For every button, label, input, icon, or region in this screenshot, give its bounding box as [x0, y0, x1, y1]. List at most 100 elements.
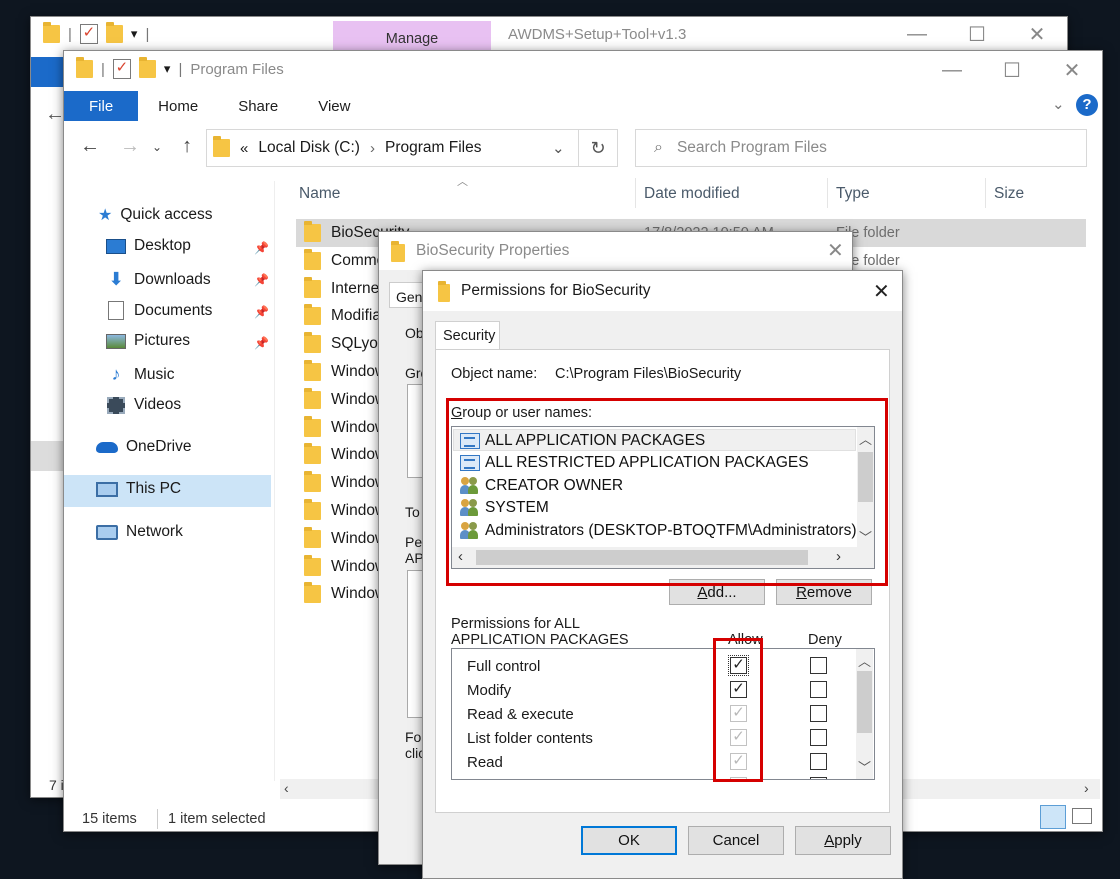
- allow-checkbox[interactable]: ✓: [728, 655, 749, 676]
- status-selection: 1 item selected: [168, 811, 266, 827]
- folder-icon: [304, 332, 321, 354]
- package-icon: [460, 455, 480, 471]
- allow-checkbox[interactable]: ✓: [730, 681, 747, 698]
- scroll-right-icon[interactable]: ›: [1084, 780, 1089, 796]
- status-text: 7 i: [49, 777, 64, 793]
- scroll-down-icon[interactable]: ﹀: [856, 757, 873, 776]
- partial-object-label: Ob: [405, 325, 424, 341]
- user-name: Administrators (DESKTOP-BTOQTFM\Administ…: [485, 521, 857, 539]
- users-icon: [460, 476, 480, 495]
- remove-button-label: Remove: [796, 583, 852, 601]
- scroll-up-icon[interactable]: ︿: [856, 651, 873, 670]
- dialog-titlebar: BioSecurity Properties ✕: [379, 232, 852, 270]
- status-item-count: 15 items: [82, 811, 137, 827]
- permission-name: List folder contents: [467, 729, 593, 747]
- user-list-hscrollbar[interactable]: ‹ ›: [452, 547, 874, 568]
- customize-quick-access-icon[interactable]: ▾: [131, 26, 138, 42]
- back-arrow-icon[interactable]: ←: [45, 103, 65, 126]
- folder-icon: [304, 304, 321, 326]
- file-tab-partial[interactable]: [31, 57, 65, 87]
- scroll-thumb[interactable]: [476, 550, 808, 565]
- apply-button[interactable]: Apply: [795, 826, 891, 855]
- permission-name: Full control: [467, 657, 541, 675]
- partial-special-label: Fo: [405, 729, 422, 745]
- manage-tab[interactable]: Manage: [333, 21, 491, 51]
- folder-icon: [304, 415, 321, 437]
- deny-checkbox[interactable]: [810, 681, 827, 698]
- permissions-for-label: Permissions for ALL: [451, 616, 580, 632]
- close-button[interactable]: ✕: [1007, 17, 1067, 51]
- properties-icon[interactable]: ✓: [79, 24, 98, 44]
- partial-permissions-label-2: AP: [405, 550, 424, 566]
- remove-button[interactable]: Remove: [776, 579, 872, 605]
- ok-button[interactable]: OK: [581, 826, 677, 855]
- user-list-item[interactable]: CREATOR OWNER: [460, 474, 623, 497]
- tab-panel: Object name: C:\Program Files\BioSecurit…: [435, 349, 890, 813]
- cancel-button-label: Cancel: [712, 832, 760, 849]
- scroll-thumb[interactable]: [857, 671, 872, 733]
- add-button[interactable]: Add...: [669, 579, 765, 605]
- maximize-button[interactable]: ☐: [947, 17, 1007, 51]
- permission-name: Read & execute: [467, 705, 574, 723]
- folder-icon: [304, 499, 321, 520]
- cancel-button[interactable]: Cancel: [688, 826, 784, 855]
- folder-icon: [304, 471, 321, 493]
- scroll-down-icon[interactable]: ﹀: [857, 527, 874, 546]
- permissions-vscrollbar[interactable]: ︿ ﹀: [856, 649, 873, 779]
- object-name-value: C:\Program Files\BioSecurity: [555, 366, 742, 382]
- user-name: CREATOR OWNER: [485, 476, 624, 494]
- user-list-vscrollbar[interactable]: ︿ ﹀: [857, 427, 874, 547]
- apply-button-label: Apply: [824, 832, 862, 849]
- tab-security[interactable]: Security: [435, 321, 500, 350]
- permissions-dialog: Permissions for BioSecurity ✕ Security O…: [422, 270, 903, 879]
- allow-checkbox: ✓: [730, 753, 747, 770]
- folder-icon: [43, 22, 60, 43]
- large-icons-view-icon[interactable]: [1072, 808, 1092, 824]
- folder-icon: [304, 554, 321, 576]
- package-icon: [460, 432, 480, 449]
- close-button[interactable]: ✕: [827, 238, 844, 263]
- deny-checkbox[interactable]: [810, 729, 827, 746]
- allow-header: Allow: [728, 632, 763, 648]
- permission-name: Modify: [467, 681, 512, 699]
- close-button[interactable]: ✕: [873, 279, 890, 304]
- deny-checkbox[interactable]: [810, 753, 827, 770]
- users-icon: [460, 521, 480, 540]
- folder-icon: [438, 281, 450, 302]
- dialog-title: Permissions for BioSecurity: [461, 282, 651, 299]
- folder-icon: [304, 248, 321, 270]
- user-name: ALL RESTRICTED APPLICATION PACKAGES: [485, 454, 809, 471]
- dialog-title: BioSecurity Properties: [416, 242, 570, 259]
- permissions-for-label-2: APPLICATION PACKAGES: [451, 632, 629, 648]
- user-list-item[interactable]: SYSTEM: [460, 497, 549, 520]
- user-list-item[interactable]: ALL RESTRICTED APPLICATION PACKAGES: [460, 452, 809, 475]
- permission-name: Read: [467, 753, 503, 771]
- user-list-item[interactable]: Administrators (DESKTOP-BTOQTFM\Administ…: [460, 519, 857, 542]
- scroll-up-icon[interactable]: ︿: [857, 429, 874, 448]
- object-name-label: Object name:: [451, 366, 538, 382]
- deny-header: Deny: [808, 632, 842, 648]
- scroll-right-icon[interactable]: ›: [836, 548, 841, 565]
- scroll-left-icon[interactable]: ‹: [458, 548, 463, 565]
- new-folder-icon[interactable]: [105, 22, 123, 43]
- dialog-titlebar: Permissions for BioSecurity ✕: [423, 271, 902, 311]
- minimize-button[interactable]: —: [887, 17, 947, 51]
- user-list-item[interactable]: ALL APPLICATION PACKAGES: [460, 429, 705, 452]
- allow-checkbox: [730, 777, 747, 779]
- back-window-titlebar: | ✓ ▾ | Manage AWDMS+Setup+Tool+v1.3 — ☐…: [31, 17, 1067, 51]
- deny-checkbox[interactable]: [810, 657, 827, 674]
- user-list[interactable]: ︿ ﹀ ‹ › ALL APPLICATION PACKAGES ALL REST…: [451, 426, 875, 569]
- details-view-icon[interactable]: [1040, 805, 1066, 829]
- folder-icon: [304, 582, 321, 604]
- deny-checkbox: [810, 777, 827, 779]
- scroll-left-icon[interactable]: ‹: [284, 780, 289, 796]
- folder-icon: [304, 526, 321, 548]
- scroll-thumb[interactable]: [858, 452, 873, 502]
- folder-icon: [304, 387, 321, 409]
- ok-button-label: OK: [618, 832, 640, 849]
- deny-checkbox[interactable]: [810, 705, 827, 722]
- folder-icon: [304, 443, 321, 465]
- folder-icon: [304, 276, 321, 298]
- user-name: SYSTEM: [485, 499, 549, 516]
- allow-checkbox: ✓: [730, 729, 747, 746]
